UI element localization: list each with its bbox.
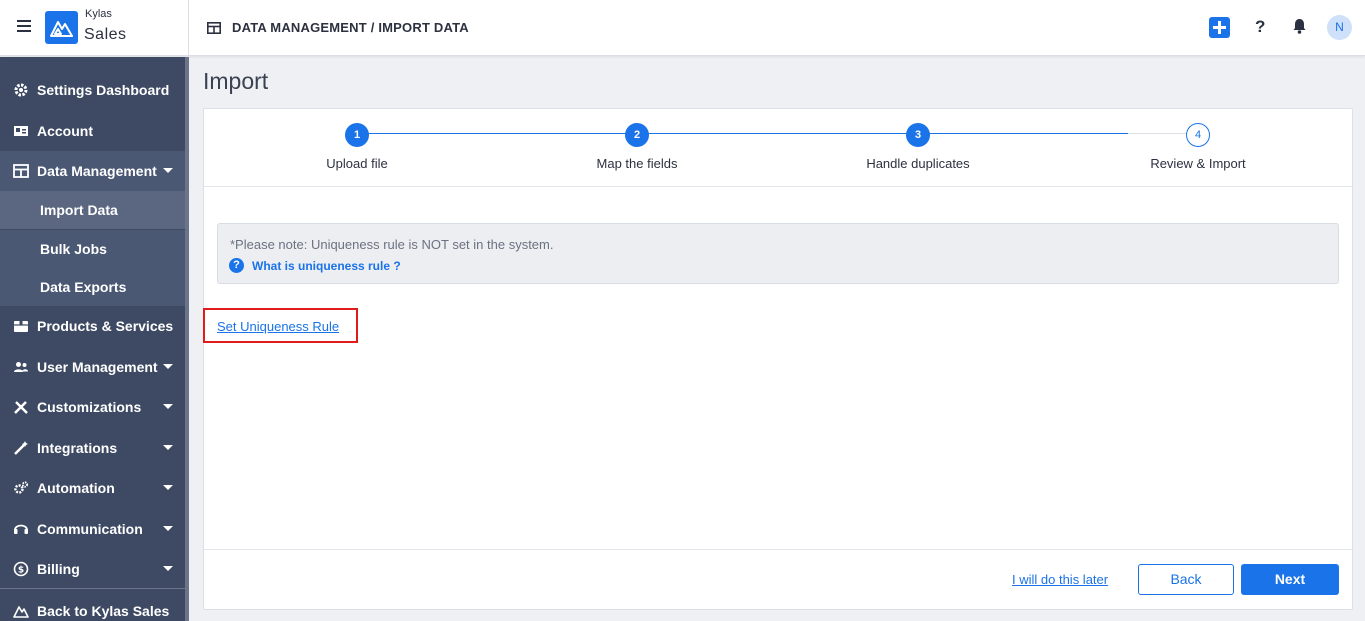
- sidebar-item-label: Integrations: [37, 440, 118, 456]
- divider: [188, 0, 189, 56]
- sidebar-item-account[interactable]: Account: [0, 111, 185, 151]
- add-icon[interactable]: [1209, 17, 1230, 38]
- sidebar-item-label: Billing: [37, 561, 80, 577]
- gear-icon: [13, 82, 29, 98]
- sidebar-item-label: Settings Dashboard: [37, 82, 170, 98]
- step-2-label: Map the fields: [596, 156, 678, 171]
- sidebar-subitem-bulk-jobs[interactable]: Bulk Jobs: [0, 230, 185, 268]
- import-wizard-card: 1 2 3 4 Upload file Map the fields Handl…: [203, 108, 1353, 610]
- sidebar-item-automation[interactable]: Automation: [0, 468, 185, 508]
- sidebar-scrollbar[interactable]: [185, 57, 189, 621]
- sidebar-item-label: User Management: [37, 359, 158, 375]
- headset-icon: [13, 521, 29, 537]
- chevron-down-icon: [163, 526, 173, 531]
- note-text: *Please note: Uniqueness rule is NOT set…: [230, 237, 554, 252]
- sidebar-item-user-management[interactable]: User Management: [0, 347, 185, 387]
- cogs-icon: [13, 480, 29, 496]
- step-connector: [358, 133, 638, 134]
- brand-name: Kylas: [85, 8, 112, 20]
- chevron-down-icon: [163, 485, 173, 490]
- divider: [204, 549, 1352, 550]
- hamburger-menu-icon[interactable]: [17, 20, 31, 32]
- table-icon: [13, 163, 29, 179]
- what-is-uniqueness-rule-link[interactable]: What is uniqueness rule ?: [252, 259, 401, 273]
- sidebar-item-settings-dashboard[interactable]: Settings Dashboard: [0, 70, 185, 110]
- step-4-indicator: 4: [1186, 123, 1210, 147]
- chevron-down-icon: [163, 445, 173, 450]
- brand-product: Sales: [84, 26, 127, 43]
- dollar-circle-icon: $: [13, 561, 29, 577]
- step-2-indicator: 2: [625, 123, 649, 147]
- sidebar: Settings Dashboard Account Data Manageme…: [0, 57, 185, 621]
- back-button[interactable]: Back: [1138, 564, 1234, 595]
- sidebar-item-label: Customizations: [37, 399, 142, 415]
- table-icon: [207, 21, 221, 39]
- sidebar-item-back-to-kylas[interactable]: Back to Kylas Sales: [0, 591, 185, 621]
- help-icon[interactable]: ?: [1255, 17, 1265, 37]
- sidebar-item-label: Communication: [37, 521, 143, 537]
- tools-icon: [13, 399, 29, 415]
- step-3-label: Handle duplicates: [866, 156, 970, 171]
- kylas-logo-icon[interactable]: [45, 11, 78, 44]
- sidebar-item-label: Account: [37, 123, 93, 139]
- chevron-down-icon: [163, 364, 173, 369]
- sidebar-subitem-import-data[interactable]: Import Data: [0, 191, 185, 229]
- divider: [204, 186, 1352, 187]
- bell-icon[interactable]: [1292, 18, 1307, 39]
- breadcrumb: DATA MANAGEMENT / IMPORT DATA: [232, 20, 469, 35]
- sidebar-item-data-management[interactable]: Data Management: [0, 151, 185, 191]
- svg-text:$: $: [18, 566, 24, 576]
- sidebar-item-integrations[interactable]: Integrations: [0, 428, 185, 468]
- sidebar-item-products-services[interactable]: Products & Services: [0, 306, 185, 346]
- step-3-indicator: 3: [906, 123, 930, 147]
- step-1-label: Upload file: [326, 156, 388, 171]
- sidebar-subitem-data-exports[interactable]: Data Exports: [0, 268, 185, 306]
- uniqueness-note: *Please note: Uniqueness rule is NOT set…: [217, 223, 1339, 284]
- sidebar-item-billing[interactable]: $ Billing: [0, 549, 185, 589]
- question-circle-icon: ?: [229, 258, 244, 273]
- step-1-indicator: 1: [345, 123, 369, 147]
- id-card-icon: [13, 123, 29, 139]
- top-bar: Kylas Sales DATA MANAGEMENT / IMPORT DAT…: [0, 0, 1365, 56]
- sidebar-item-label: Products & Services: [37, 318, 174, 334]
- step-4-label: Review & Import: [1150, 156, 1246, 171]
- chevron-down-icon: [163, 566, 173, 571]
- set-uniqueness-rule-link[interactable]: Set Uniqueness Rule: [217, 319, 339, 334]
- next-button[interactable]: Next: [1241, 564, 1339, 595]
- users-icon: [13, 359, 29, 375]
- step-connector: [638, 133, 918, 134]
- sidebar-item-label: Data Management: [37, 163, 157, 179]
- box-icon: [13, 318, 29, 334]
- page-title: Import: [203, 68, 269, 94]
- sidebar-item-label: Automation: [37, 480, 115, 496]
- magic-wand-icon: [13, 440, 29, 456]
- kylas-logo-icon: [13, 603, 29, 619]
- avatar[interactable]: N: [1327, 15, 1352, 40]
- divider: [0, 588, 185, 589]
- chevron-down-icon: [163, 168, 173, 173]
- sidebar-item-communication[interactable]: Communication: [0, 509, 185, 549]
- sidebar-item-customizations[interactable]: Customizations: [0, 387, 185, 427]
- do-later-link[interactable]: I will do this later: [1012, 572, 1108, 587]
- chevron-down-icon: [163, 404, 173, 409]
- sidebar-item-label: Back to Kylas Sales: [37, 603, 170, 619]
- step-connector: [918, 133, 1128, 134]
